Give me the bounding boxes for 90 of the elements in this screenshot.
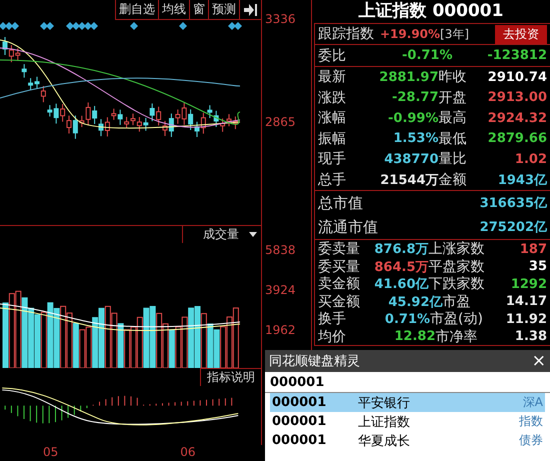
quote-value: 2910.74 <box>486 70 547 85</box>
quote-value: 316635亿 <box>480 195 547 212</box>
quote-label: 总市值 <box>318 194 363 212</box>
quote-value: 12.82 <box>393 329 436 344</box>
arrow-to-line-icon <box>244 4 257 16</box>
result-market: 指数 <box>519 413 543 430</box>
date-axis-label: 06 <box>180 445 196 461</box>
toolbar-button[interactable]: 删自选 <box>115 0 158 20</box>
quote-value: 876.8万 <box>373 241 428 258</box>
quote-label: 市净率 <box>436 328 478 346</box>
result-market: 债券 <box>519 432 543 449</box>
tracking-period: [3年] <box>440 26 470 42</box>
result-market: 深A <box>522 394 543 411</box>
quote-value: 1.53% <box>392 131 438 146</box>
quote-value: 35 <box>528 259 547 274</box>
quote-value: 14.17 <box>504 294 547 309</box>
quote-value: 2924.32 <box>486 110 547 126</box>
tracking-label: 跟踪指数 <box>318 25 374 43</box>
price-axis-label: 3336 <box>265 12 297 26</box>
quote-label: 市盈 <box>442 292 470 310</box>
quote-label: 换手 <box>318 310 347 328</box>
result-item[interactable]: 000001 上证指数 指数 <box>270 412 545 431</box>
popup-title: 同花顺键盘精灵 <box>269 353 360 370</box>
dropdown-caret-icon <box>249 232 257 237</box>
result-code: 000001 <box>272 395 328 410</box>
quote-label: 最低 <box>438 130 466 148</box>
volume-axis-label: 1962 <box>265 323 297 337</box>
price-axis-label: 2865 <box>265 115 297 129</box>
invest-button[interactable]: 去投资 <box>495 24 547 44</box>
result-name: 平安银行 <box>358 394 411 412</box>
quote-value: -28.77 <box>390 90 438 106</box>
quote-label: 现手 <box>318 150 347 168</box>
quote-label: 委买量 <box>318 258 361 276</box>
result-item[interactable]: 000001 华夏成长 债券 <box>270 431 545 450</box>
result-name: 上证指数 <box>358 414 411 430</box>
quote-label: 委比 <box>318 46 347 64</box>
quote-label: 最新 <box>318 68 347 86</box>
quote-label: 卖金额 <box>318 275 361 293</box>
quote-label: 平盘家数 <box>428 258 484 276</box>
toolbar-button[interactable]: 窗 <box>189 0 208 20</box>
quote-label: 开盘 <box>438 88 466 107</box>
quote-label: 涨跌 <box>318 88 347 107</box>
indicator-help-button[interactable]: 指标说明 <box>200 368 261 386</box>
quote-label: 涨幅 <box>318 109 347 128</box>
quote-value: -123812 <box>486 48 547 63</box>
quote-label: 量比 <box>438 150 466 168</box>
quote-value: 2879.66 <box>486 131 547 146</box>
quote-value: 2913.00 <box>486 90 547 106</box>
quote-label: 流通市值 <box>318 218 378 236</box>
quote-value: 187 <box>518 242 547 256</box>
quote-value: 275202亿 <box>480 219 547 236</box>
quote-value: 1943亿 <box>496 172 547 189</box>
quote-label: 最高 <box>438 109 466 128</box>
quote-value: 864.5万 <box>373 258 428 276</box>
quote-value: 0.71% <box>384 312 430 326</box>
date-axis-label: 05 <box>43 445 58 461</box>
quote-label: 下跌家数 <box>428 275 484 293</box>
quote-label: 振幅 <box>318 130 347 148</box>
quote-label: 均价 <box>318 328 347 346</box>
quote-value: 1.02 <box>514 152 547 167</box>
quote-label: 上涨家数 <box>428 240 484 258</box>
quote-label: 市盈(动) <box>430 310 483 328</box>
quote-label: 金额 <box>438 170 466 189</box>
quote-label: 昨收 <box>438 68 466 86</box>
quote-value: 11.92 <box>504 312 547 326</box>
result-code: 000001 <box>272 433 328 448</box>
quote-label: 委卖量 <box>318 240 361 258</box>
result-name: 华夏成长 <box>358 432 411 450</box>
quote-value: 45.92亿 <box>387 294 442 310</box>
result-code: 000001 <box>272 414 328 429</box>
quote-value: 1292 <box>510 276 547 292</box>
volume-axis-label: 3924 <box>265 283 297 297</box>
quote-value: -0.71% <box>401 48 452 63</box>
quote-value: 2881.97 <box>378 70 438 85</box>
toolbar-button[interactable]: 预测 <box>208 0 239 20</box>
result-item[interactable]: 000001 平安银行 深A <box>270 393 545 412</box>
quote-value: 21544万 <box>379 172 438 189</box>
collapse-button[interactable] <box>239 0 261 20</box>
close-button[interactable]: × <box>532 351 546 371</box>
quote-label: 总手 <box>318 170 347 189</box>
stock-title: 上证指数 000001 <box>358 0 504 23</box>
quote-value: -0.99% <box>387 110 438 126</box>
toolbar-button[interactable]: 均线 <box>158 0 189 20</box>
quote-label: 买金额 <box>318 292 361 310</box>
quote-value: 438770 <box>383 152 438 167</box>
quote-value: 41.60亿 <box>373 276 428 293</box>
quote-value: 1.38 <box>514 329 547 344</box>
signal-markers-icon <box>0 22 242 30</box>
volume-axis-label: 5838 <box>265 243 297 257</box>
tracking-change: +19.90% <box>380 27 440 41</box>
